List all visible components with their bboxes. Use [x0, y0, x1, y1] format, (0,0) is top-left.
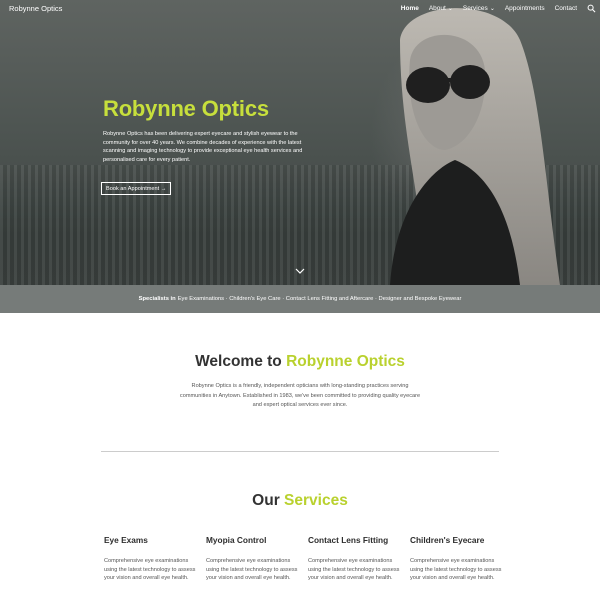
nav-about[interactable]: About ⌄ — [429, 5, 453, 12]
main-nav: Home About ⌄ Services ⌄ Appointments Con… — [401, 4, 596, 13]
nav-services[interactable]: Services ⌄ — [463, 5, 495, 12]
nav-services-label: Services — [462, 5, 488, 12]
service-title: Eye Exams — [104, 535, 148, 545]
nav-contact[interactable]: Contact — [555, 5, 577, 12]
hero-title: Robynne Optics — [103, 96, 269, 121]
services-heading-plain: Our — [252, 492, 280, 509]
top-navigation-bar: Robynne Optics Home About ⌄ Services ⌄ A… — [0, 0, 600, 18]
specialists-lead: Specialists in — [138, 296, 176, 302]
nav-about-label: About — [428, 5, 446, 12]
nav-appointments[interactable]: Appointments — [505, 5, 545, 12]
service-title: Children's Eyecare — [410, 535, 485, 545]
service-title: Myopia Control — [206, 535, 267, 545]
welcome-text: Robynne Optics is a friendly, independen… — [179, 383, 421, 408]
nav-home-label: Home — [400, 5, 419, 12]
service-title: Contact Lens Fitting — [308, 535, 389, 545]
site-title[interactable]: Robynne Optics — [9, 4, 62, 13]
services-heading: Our Services — [0, 492, 600, 510]
service-text: Comprehensive eye examinations using the… — [206, 558, 298, 582]
hero-banner: Robynne Optics Home About ⌄ Services ⌄ A… — [0, 0, 600, 285]
chevron-down-icon[interactable] — [295, 268, 305, 275]
hero-photo-woman-sunglasses — [390, 8, 560, 285]
service-card-childrens-eyecare: Children's Eyecare Comprehensive eye exa… — [410, 535, 502, 583]
service-text: Comprehensive eye examinations using the… — [308, 558, 400, 582]
service-card-myopia-control: Myopia Control Comprehensive eye examina… — [206, 535, 298, 583]
chevron-down-icon: ⌄ — [489, 5, 495, 12]
nav-appointments-label: Appointments — [504, 5, 545, 12]
book-appointment-button[interactable]: Book an Appointment → — [101, 182, 172, 195]
service-card-eye-exams: Eye Exams Comprehensive eye examinations… — [104, 535, 196, 583]
welcome-heading: Welcome to Robynne Optics — [0, 353, 600, 371]
chevron-down-icon: ⌄ — [447, 5, 453, 12]
welcome-heading-accent: Robynne Optics — [286, 353, 405, 370]
service-card-contact-lens-fitting: Contact Lens Fitting Comprehensive eye e… — [308, 535, 400, 583]
section-divider — [101, 451, 499, 452]
specialists-text: Eye Examinations · Children's Eye Care ·… — [177, 296, 462, 302]
nav-home[interactable]: Home — [401, 5, 419, 12]
welcome-heading-plain: Welcome to — [195, 353, 282, 370]
service-text: Comprehensive eye examinations using the… — [410, 558, 502, 582]
hero-description: Robynne Optics has been delivering exper… — [103, 131, 303, 163]
specialists-strip: Specialists in Eye Examinations · Childr… — [0, 285, 600, 313]
search-icon[interactable] — [587, 4, 596, 13]
nav-contact-label: Contact — [554, 5, 577, 12]
service-text: Comprehensive eye examinations using the… — [104, 558, 196, 582]
services-heading-accent: Services — [284, 492, 348, 509]
